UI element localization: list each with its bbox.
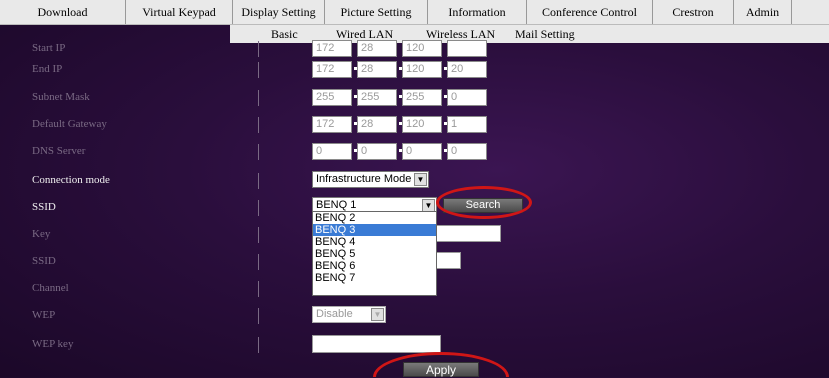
subnet-octet-1[interactable]: 255 <box>312 89 352 106</box>
start-ip-label: Start IP <box>32 42 66 54</box>
gateway-octet-3[interactable]: 120 <box>402 116 442 133</box>
separator <box>258 227 259 243</box>
key-input[interactable] <box>436 225 501 242</box>
top-nav: Download Virtual Keypad Display Setting … <box>0 0 829 25</box>
dns-octet-3[interactable]: 0 <box>402 143 442 160</box>
wep-label: WEP <box>32 309 56 321</box>
separator <box>258 144 259 160</box>
ssid-option[interactable]: BENQ 6 <box>313 260 436 272</box>
separator <box>258 281 259 297</box>
separator <box>258 173 259 189</box>
tab-display-setting[interactable]: Display Setting <box>233 0 325 24</box>
row-dns-server: DNS Server 0 0 0 0 <box>0 138 829 166</box>
separator <box>258 117 259 133</box>
chevron-down-icon[interactable]: ▼ <box>371 308 384 321</box>
ssid-option[interactable]: BENQ 4 <box>313 236 436 248</box>
row-default-gateway: Default Gateway 172 28 120 1 <box>0 111 829 139</box>
ssid-option[interactable]: BENQ 2 <box>313 212 436 224</box>
subnet-octet-3[interactable]: 255 <box>402 89 442 106</box>
end-ip-octet-4[interactable]: 20 <box>447 61 487 78</box>
ssid-manual-label: SSID <box>32 255 56 267</box>
connection-mode-value: Infrastructure Mode <box>316 173 412 185</box>
ssid-select-value: BENQ 1 <box>316 199 357 211</box>
ssid-label: SSID <box>32 201 56 213</box>
wep-select[interactable]: Disable ▼ <box>312 306 386 323</box>
ssid-dropdown-list: BENQ 2 BENQ 3 BENQ 4 BENQ 5 BENQ 6 BENQ … <box>312 211 437 296</box>
gateway-octet-2[interactable]: 28 <box>357 116 397 133</box>
key-label: Key <box>32 228 51 240</box>
tab-virtual-keypad[interactable]: Virtual Keypad <box>126 0 233 24</box>
start-ip-octet-2[interactable]: 28 <box>357 40 397 57</box>
dns-octet-2[interactable]: 0 <box>357 143 397 160</box>
tab-download[interactable]: Download <box>0 0 126 24</box>
separator <box>258 254 259 270</box>
row-subnet-mask: Subnet Mask 255 255 255 0 <box>0 84 829 112</box>
chevron-down-icon[interactable]: ▼ <box>414 173 427 186</box>
ssid-input[interactable] <box>436 252 461 269</box>
separator <box>258 337 259 353</box>
separator <box>258 200 259 216</box>
end-ip-label: End IP <box>32 63 63 75</box>
start-ip-octet-3[interactable]: 120 <box>402 40 442 57</box>
tab-conference-control[interactable]: Conference Control <box>527 0 653 24</box>
ssid-option-selected[interactable]: BENQ 3 <box>313 224 436 236</box>
subnet-octet-4[interactable]: 0 <box>447 89 487 106</box>
tab-picture-setting[interactable]: Picture Setting <box>325 0 428 24</box>
end-ip-octet-1[interactable]: 172 <box>312 61 352 78</box>
separator <box>258 62 259 78</box>
subnet-mask-label: Subnet Mask <box>32 91 90 103</box>
separator <box>258 308 259 324</box>
ssid-option[interactable]: BENQ 5 <box>313 248 436 260</box>
connection-mode-select[interactable]: Infrastructure Mode ▼ <box>312 171 429 188</box>
subnet-octet-2[interactable]: 255 <box>357 89 397 106</box>
end-ip-octet-2[interactable]: 28 <box>357 61 397 78</box>
connection-mode-label: Connection mode <box>32 174 110 186</box>
start-ip-octet-1[interactable]: 172 <box>312 40 352 57</box>
row-connection-mode: Connection mode Infrastructure Mode ▼ <box>0 167 829 195</box>
dns-octet-4[interactable]: 0 <box>447 143 487 160</box>
row-wep: WEP Disable ▼ <box>0 302 829 330</box>
gateway-octet-1[interactable]: 172 <box>312 116 352 133</box>
channel-label: Channel <box>32 282 69 294</box>
start-ip-octet-4[interactable] <box>447 40 487 57</box>
annotation-circle-search <box>436 186 532 219</box>
separator <box>258 41 259 57</box>
tab-information[interactable]: Information <box>428 0 527 24</box>
dns-octet-1[interactable]: 0 <box>312 143 352 160</box>
tab-admin[interactable]: Admin <box>734 0 792 24</box>
end-ip-octet-3[interactable]: 120 <box>402 61 442 78</box>
wep-key-input[interactable] <box>312 335 441 353</box>
wep-select-value: Disable <box>316 308 353 320</box>
gateway-octet-4[interactable]: 1 <box>447 116 487 133</box>
wep-key-label: WEP key <box>32 338 74 350</box>
tab-crestron[interactable]: Crestron <box>653 0 734 24</box>
default-gateway-label: Default Gateway <box>32 118 107 130</box>
dns-server-label: DNS Server <box>32 145 86 157</box>
ssid-option[interactable]: BENQ 7 <box>313 272 436 284</box>
separator <box>258 90 259 106</box>
row-end-ip: End IP 172 28 120 20 <box>0 56 829 84</box>
